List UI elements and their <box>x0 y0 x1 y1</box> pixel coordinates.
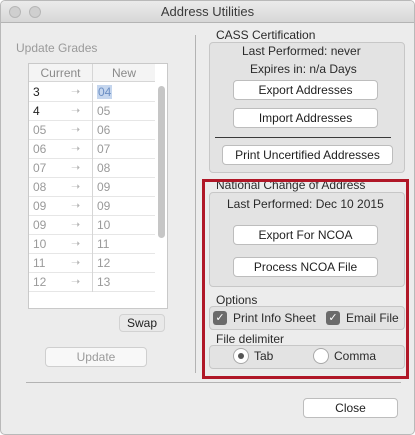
current-grade-cell: 06 <box>29 140 93 159</box>
scrollbar-thumb[interactable] <box>158 86 165 238</box>
cass-last-performed: Last Performed: never <box>242 44 361 58</box>
new-grade-field[interactable]: 06 <box>95 122 153 139</box>
current-grade-cell: 10 <box>29 235 93 254</box>
arrow-right-icon: ➝ <box>71 219 81 231</box>
arrow-right-icon: ➝ <box>71 143 81 155</box>
current-grade-cell: 05 <box>29 121 93 140</box>
export-addresses-button[interactable]: Export Addresses <box>233 80 378 100</box>
current-grade-cell: 08 <box>29 178 93 197</box>
table-row[interactable]: 07 ➝ 08 <box>29 159 155 178</box>
ncoa-highlight-box <box>202 179 409 379</box>
column-header-current: Current <box>29 64 93 82</box>
new-grade-field[interactable]: 13 <box>95 274 153 291</box>
table-row[interactable]: 3 ➝ 04 <box>29 83 155 102</box>
close-button[interactable]: Close <box>303 398 398 418</box>
update-grades-heading: Update Grades <box>16 41 98 55</box>
update-button[interactable]: Update <box>45 347 147 367</box>
table-row[interactable]: 09 ➝ 09 <box>29 197 155 216</box>
new-grade-field[interactable]: 04 <box>95 84 153 101</box>
print-uncertified-button[interactable]: Print Uncertified Addresses <box>222 145 393 165</box>
table-row[interactable]: 06 ➝ 07 <box>29 140 155 159</box>
window-title: Address Utilities <box>160 4 255 19</box>
current-grade-cell: 12 <box>29 273 93 292</box>
table-row[interactable]: 11 ➝ 12 <box>29 254 155 273</box>
arrow-right-icon: ➝ <box>71 257 81 269</box>
new-grade-field[interactable]: 07 <box>95 141 153 158</box>
new-grade-field[interactable]: 08 <box>95 160 153 177</box>
current-grade-cell: 07 <box>29 159 93 178</box>
arrow-right-icon: ➝ <box>71 162 81 174</box>
table-row[interactable]: 12 ➝ 13 <box>29 273 155 292</box>
arrow-right-icon: ➝ <box>71 124 81 136</box>
arrow-right-icon: ➝ <box>71 200 81 212</box>
current-grade-cell: 11 <box>29 254 93 273</box>
table-row[interactable]: 10 ➝ 11 <box>29 235 155 254</box>
cass-expires: Expires in: n/a Days <box>250 62 357 76</box>
table-row[interactable]: 05 ➝ 06 <box>29 121 155 140</box>
current-grade-cell: 09 <box>29 197 93 216</box>
address-utilities-window: Address Utilities Update Grades Current … <box>0 0 415 435</box>
table-row[interactable]: 08 ➝ 09 <box>29 178 155 197</box>
new-grade-field[interactable]: 09 <box>95 179 153 196</box>
swap-button[interactable]: Swap <box>119 314 165 332</box>
new-grade-field[interactable]: 12 <box>95 255 153 272</box>
arrow-right-icon: ➝ <box>71 276 81 288</box>
arrow-right-icon: ➝ <box>71 181 81 193</box>
new-grade-field[interactable]: 10 <box>95 217 153 234</box>
cass-separator <box>215 137 391 138</box>
title-bar: Address Utilities <box>1 1 414 23</box>
current-grade-cell: 4 <box>29 102 93 121</box>
cass-heading: CASS Certification <box>216 28 316 42</box>
import-addresses-button[interactable]: Import Addresses <box>233 108 378 128</box>
arrow-right-icon: ➝ <box>71 105 81 117</box>
footer-divider <box>26 382 401 383</box>
grades-table[interactable]: Current New 3 ➝ 04 4 ➝ 05 05 ➝ 06 06 ➝ 0… <box>28 63 168 309</box>
arrow-right-icon: ➝ <box>71 238 81 250</box>
new-grade-field[interactable]: 05 <box>95 103 153 120</box>
new-grade-field[interactable]: 11 <box>95 236 153 253</box>
new-grade-field[interactable]: 09 <box>95 198 153 215</box>
grades-scrollbar[interactable] <box>156 84 166 308</box>
table-row[interactable]: 09 ➝ 10 <box>29 216 155 235</box>
column-header-new: New <box>93 64 155 82</box>
table-row[interactable]: 4 ➝ 05 <box>29 102 155 121</box>
vertical-divider <box>195 35 196 373</box>
current-grade-cell: 09 <box>29 216 93 235</box>
arrow-right-icon: ➝ <box>71 86 81 98</box>
current-grade-cell: 3 <box>29 83 93 102</box>
